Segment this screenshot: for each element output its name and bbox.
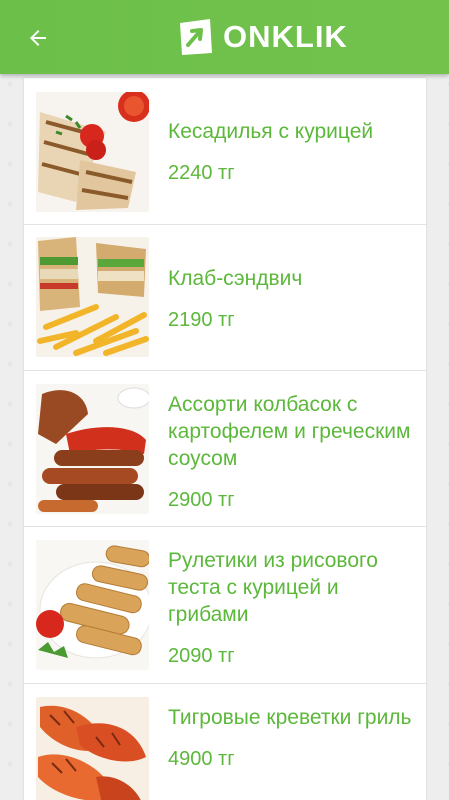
list-item[interactable]: Тигровые креветки гриль 4900 тг: [24, 684, 426, 800]
spring-rolls-image: [36, 540, 149, 670]
back-button[interactable]: [22, 22, 54, 54]
sausage-platter-image: [36, 384, 149, 514]
list-item[interactable]: Клаб-сэндвич 2190 тг: [24, 225, 426, 371]
app-logo: ONKLIK: [177, 14, 348, 60]
arrow-left-icon: [30, 30, 46, 46]
app-header: ONKLIK: [0, 0, 449, 74]
menu-list: Кесадилья с курицей 2240 тг Клаб-сэндвич…: [24, 78, 426, 800]
tiger-prawns-image: [36, 697, 149, 800]
list-item[interactable]: Кесадилья с курицей 2240 тг: [24, 78, 426, 225]
list-item[interactable]: Ассорти колбасок с картофелем и гречески…: [24, 371, 426, 527]
item-name: Ассорти колбасок с картофелем и гречески…: [168, 393, 411, 470]
item-name: Клаб-сэндвич: [168, 267, 303, 290]
item-price: 2090 тг: [168, 645, 235, 667]
item-price: 2900 тг: [168, 489, 235, 511]
club-sandwich-image: [36, 237, 149, 357]
item-price: 4900 тг: [168, 748, 235, 770]
onklik-logo-icon: [180, 19, 212, 55]
item-price: 2190 тг: [168, 309, 235, 331]
item-name: Тигровые креветки гриль: [168, 706, 412, 729]
item-price: 2240 тг: [168, 162, 235, 184]
list-item[interactable]: Рулетики из рисового теста с курицей и г…: [24, 527, 426, 684]
item-name: Кесадилья с курицей: [168, 120, 374, 143]
item-name: Рулетики из рисового теста с курицей и г…: [168, 549, 378, 626]
quesadilla-image: [36, 92, 149, 212]
logo-text: ONKLIK: [223, 19, 348, 54]
